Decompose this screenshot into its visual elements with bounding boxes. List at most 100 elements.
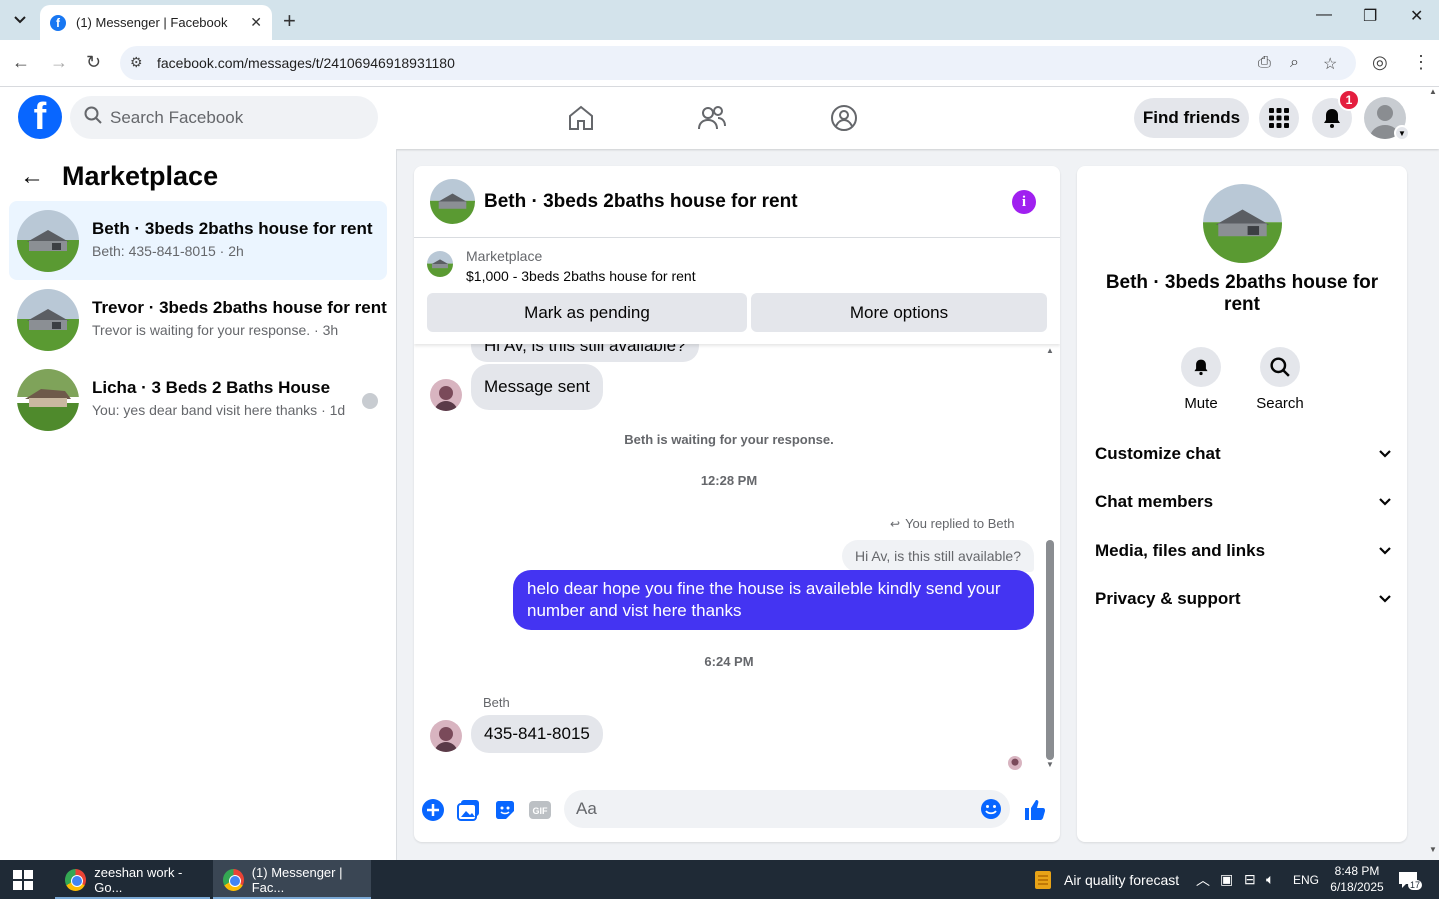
info-icon[interactable]: i [1012, 190, 1036, 214]
message-input-wrapper[interactable] [564, 790, 1010, 828]
listing-title[interactable]: $1,000 - 3beds 2baths house for rent [466, 268, 696, 284]
mark-as-pending-button[interactable]: Mark as pending [427, 293, 747, 332]
chat-thumbnail[interactable] [430, 179, 475, 224]
message-bubble: Hi Av, is this still available? [471, 344, 699, 362]
reply-note-text: You replied to Beth [905, 516, 1015, 531]
chat-panel: Beth · 3beds 2baths house for rent i Mar… [414, 166, 1060, 842]
system-clock[interactable]: 8:48 PM 6/18/2025 [1322, 863, 1392, 895]
section-privacy-support[interactable]: Privacy & support [1095, 584, 1391, 614]
facebook-header: f Find friends 1 ▼ [0, 87, 1439, 149]
menu-kebab-icon[interactable]: ⋮ [1412, 52, 1430, 73]
groups-profile-icon[interactable] [829, 103, 859, 133]
taskbar-item-chrome-messenger[interactable]: (1) Messenger | Fac... [213, 860, 371, 899]
conversation-item-beth[interactable]: Beth · 3beds 2baths house for rent Beth:… [9, 201, 387, 280]
reply-quote[interactable]: Hi Av, is this still available? [842, 540, 1034, 572]
waiting-note: Beth is waiting for your response. [624, 432, 834, 447]
message-bubble: Message sent [471, 364, 603, 410]
scroll-down-icon[interactable]: ▼ [1046, 760, 1054, 769]
air-quality-icon [1035, 870, 1051, 889]
action-center-button[interactable]: 17 [1398, 860, 1423, 899]
notification-count-badge: 17 [1408, 880, 1423, 890]
message-bubble: 435-841-8015 [471, 715, 603, 753]
gif-icon[interactable]: GIF [528, 798, 552, 822]
tab-search-button[interactable] [6, 7, 34, 33]
zoom-icon[interactable]: ⌕ [1290, 54, 1299, 72]
search-input[interactable] [110, 107, 350, 128]
back-arrow-icon[interactable]: ← [20, 163, 44, 191]
chrome-icon [223, 868, 244, 891]
section-media-files-links[interactable]: Media, files and links [1095, 536, 1391, 566]
browser-tab-bar: f (1) Messenger | Facebook ✕ + — ❐ ✕ [0, 0, 1439, 40]
account-caret-icon[interactable]: ▼ [1394, 125, 1410, 141]
timestamp: 12:28 PM [700, 473, 758, 488]
install-app-icon[interactable]: ⎙ [1258, 54, 1271, 72]
meet-now-icon[interactable]: ▣ [1220, 860, 1233, 899]
clock-time: 8:48 PM [1334, 864, 1380, 878]
scroll-up-icon[interactable]: ▲ [1046, 346, 1054, 355]
page-scrollbar[interactable]: ▲ ▼ [1427, 87, 1439, 860]
section-chat-members[interactable]: Chat members [1095, 487, 1391, 517]
back-button[interactable]: ← [12, 52, 30, 73]
address-bar[interactable]: ⚙ facebook.com/messages/t/24106946918931… [120, 46, 1356, 80]
contact-avatar [430, 379, 462, 411]
scroll-up-icon[interactable]: ▲ [1429, 87, 1437, 96]
search-button[interactable]: Search [1250, 347, 1310, 412]
friends-icon[interactable] [697, 103, 727, 133]
bell-icon [1324, 109, 1340, 128]
language-indicator[interactable]: ENG [1293, 860, 1319, 899]
scroll-thumb[interactable] [1046, 540, 1054, 760]
plus-circle-icon[interactable] [421, 798, 445, 822]
clock-date: 6/18/2025 [1330, 880, 1384, 894]
photo-icon[interactable] [457, 798, 481, 822]
conversation-item-trevor[interactable]: Trevor · 3beds 2baths house for rent Tre… [9, 280, 387, 359]
forward-button[interactable]: → [50, 52, 68, 73]
home-icon[interactable] [566, 103, 596, 133]
new-tab-button[interactable]: + [283, 8, 296, 34]
conversation-title: Licha · 3 Beds 2 Baths House [92, 378, 331, 397]
find-friends-button[interactable]: Find friends [1134, 98, 1249, 138]
reload-button[interactable]: ↻ [86, 52, 101, 73]
close-tab-icon[interactable]: ✕ [250, 14, 262, 31]
chat-info-panel: Beth · 3beds 2baths house for rent Mute … [1077, 166, 1407, 842]
weather-widget[interactable]: Air quality forecast [1032, 860, 1179, 899]
emoji-icon[interactable] [980, 798, 1002, 820]
facebook-favicon-icon: f [50, 14, 66, 31]
site-settings-icon[interactable]: ⚙ [130, 54, 143, 71]
browser-toolbar: ← → ↻ ⚙ facebook.com/messages/t/24106946… [0, 40, 1439, 87]
section-label: Customize chat [1095, 444, 1221, 463]
close-window-button[interactable]: ✕ [1410, 6, 1423, 26]
taskbar-item-label: zeeshan work - Go... [94, 864, 183, 895]
search-label: Search [1256, 395, 1304, 412]
menu-button[interactable] [1259, 98, 1299, 138]
sticker-icon[interactable] [493, 798, 517, 822]
windows-start-icon[interactable] [13, 870, 33, 890]
tray-expand-icon[interactable]: ︿ [1196, 860, 1210, 899]
network-icon[interactable]: ⊟ [1244, 860, 1256, 899]
house-thumbnail [17, 369, 79, 431]
mute-button[interactable]: Mute [1171, 347, 1231, 412]
thumbs-up-icon[interactable] [1023, 798, 1047, 822]
section-customize-chat[interactable]: Customize chat [1095, 439, 1391, 469]
conversation-preview: Beth: 435-841-8015 · 2h [92, 243, 244, 259]
marketplace-sidebar: ← Marketplace Beth · 3beds 2baths house … [0, 149, 397, 860]
conversation-item-licha[interactable]: Licha · 3 Beds 2 Baths House You: yes de… [9, 360, 387, 439]
reply-indicator: ↩ You replied to Beth [890, 516, 1014, 531]
browser-tab-messenger[interactable]: f (1) Messenger | Facebook ✕ [40, 5, 272, 40]
more-options-button[interactable]: More options [751, 293, 1047, 332]
volume-icon[interactable]: 🔈︎ [1266, 860, 1274, 899]
profile-icon[interactable]: ◎ [1372, 52, 1388, 73]
chevron-down-icon [1379, 547, 1391, 555]
chat-title[interactable]: Beth · 3beds 2baths house for rent [484, 191, 798, 213]
reply-arrow-icon: ↩ [890, 516, 901, 531]
bookmark-star-icon[interactable]: ☆ [1323, 54, 1337, 74]
message-input[interactable] [576, 799, 956, 819]
minimize-button[interactable]: — [1316, 6, 1332, 24]
restore-button[interactable]: ❐ [1363, 6, 1377, 26]
facebook-logo-icon[interactable]: f [18, 95, 62, 139]
conversation-title: Trevor · 3beds 2baths house for rent [92, 298, 387, 317]
scroll-down-icon[interactable]: ▼ [1429, 845, 1437, 854]
taskbar-item-chrome-work[interactable]: zeeshan work - Go... [55, 860, 210, 899]
messages-scrollbar[interactable]: ▲ ▼ [1044, 346, 1056, 776]
conversation-preview: You: yes dear band visit here thanks · 1… [92, 402, 346, 418]
facebook-search[interactable] [70, 96, 378, 139]
